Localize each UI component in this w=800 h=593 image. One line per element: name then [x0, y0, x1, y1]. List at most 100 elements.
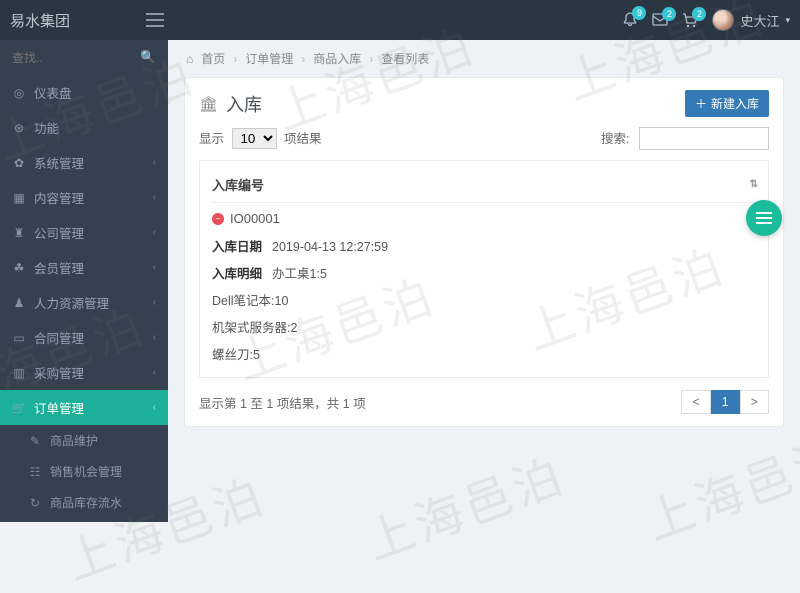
sub-icon: ↻	[28, 496, 42, 510]
footer-info: 显示第 1 至 1 项结果，共 1 项	[199, 393, 366, 412]
column-header[interactable]: 入库编号 ⇅	[212, 171, 756, 203]
nav-item[interactable]: ♜ 公司管理 ‹	[0, 215, 168, 250]
bell-badge: 9	[632, 6, 646, 20]
fab-menu[interactable]	[746, 200, 782, 236]
nav-icon: ▭	[12, 331, 26, 345]
pager-prev[interactable]: <	[681, 390, 710, 414]
chevron-left-icon: ‹	[153, 262, 156, 273]
nav-item[interactable]: ☘ 会员管理 ‹	[0, 250, 168, 285]
menu-icon	[756, 212, 772, 224]
cart-badge: 2	[692, 7, 706, 21]
cart-button[interactable]: 2	[682, 13, 698, 28]
building-icon: 🏛	[199, 95, 218, 113]
sidebar: 🔍 ◎仪表盘⊛功能✿系统管理‹▦内容管理‹♜公司管理‹☘会员管理‹♟人力资源管理…	[0, 40, 168, 522]
page-card: 🏛 入库 ＋ 新建入库 显示 10 项结果 搜索:	[184, 77, 784, 427]
nav-orders[interactable]: 🛒 订单管理 ‹	[0, 390, 168, 425]
nav-label: 合同管理	[34, 328, 84, 347]
nav-item[interactable]: ▭ 合同管理 ‹	[0, 320, 168, 355]
nav-icon: ♟	[12, 296, 26, 310]
nav-sub-item[interactable]: ✎ 商品维护	[0, 425, 168, 456]
detail-line: Dell笔记本:10	[212, 286, 756, 313]
breadcrumb: ⌂ 首页› 订单管理› 商品入库› 查看列表	[184, 40, 784, 77]
sidebar-toggle[interactable]	[140, 13, 170, 27]
sub-label: 商品库存流水	[50, 494, 122, 511]
search-label: 搜索:	[601, 132, 629, 146]
pager: < 1 >	[681, 390, 769, 414]
show-label-pre: 显示	[199, 132, 224, 146]
chevron-left-icon: ‹	[153, 297, 156, 308]
nav-label: 采购管理	[34, 363, 84, 382]
nav-item[interactable]: ✿ 系统管理 ‹	[0, 145, 168, 180]
chevron-left-icon: ‹	[153, 367, 156, 378]
nav-item[interactable]: ▦ 内容管理 ‹	[0, 180, 168, 215]
nav-item[interactable]: ◎ 仪表盘	[0, 75, 168, 110]
brand-text: 易水集团	[10, 10, 70, 31]
avatar	[712, 9, 734, 31]
main: ⌂ 首页› 订单管理› 商品入库› 查看列表 🏛 入库 ＋ 新建入库 显示	[168, 40, 800, 522]
nav-item[interactable]: ▥ 采购管理 ‹	[0, 355, 168, 390]
table-search-input[interactable]	[639, 127, 769, 150]
nav-label: 公司管理	[34, 223, 84, 242]
page-size-select[interactable]: 10	[232, 128, 277, 149]
nav-sub-item[interactable]: ➜商品入库	[0, 518, 168, 522]
crumb[interactable]: 订单管理	[245, 50, 293, 67]
mail-badge: 2	[662, 7, 676, 21]
plus-icon: ＋	[695, 95, 707, 112]
chevron-left-icon: ‹	[153, 332, 156, 343]
toolbar: 显示 10 项结果 搜索:	[199, 127, 769, 150]
table-footer: 显示第 1 至 1 项结果，共 1 项 < 1 >	[199, 390, 769, 414]
user-name: 史大江	[740, 11, 779, 30]
sub-icon: ☷	[28, 465, 42, 479]
data-card: 入库编号 ⇅ – IO00001 入库日期2019-04-13 12:27:59…	[199, 160, 769, 378]
nav-icon: ◎	[12, 86, 26, 100]
nav-item[interactable]: ♟人力资源管理‹	[0, 285, 168, 320]
brand: 易水集团	[10, 10, 140, 31]
user-menu[interactable]: 史大江 ▾	[712, 9, 790, 31]
cart-icon: 🛒	[12, 401, 26, 415]
pager-next[interactable]: >	[740, 390, 769, 414]
chevron-left-icon: ‹	[153, 227, 156, 238]
nav-sub-item[interactable]: ↻ 商品库存流水	[0, 487, 168, 518]
messages-button[interactable]: 2	[652, 13, 668, 27]
row-id[interactable]: – IO00001	[212, 203, 756, 232]
nav-sub-item[interactable]: ☷ 销售机会管理	[0, 456, 168, 487]
search-input[interactable]	[12, 51, 134, 65]
field-detail: 入库明细办工桌1:5	[212, 259, 756, 286]
show-label-post: 项结果	[284, 132, 322, 146]
chevron-down-icon: ▾	[785, 15, 790, 26]
topbar: 易水集团 9 2 2 史大江 ▾	[0, 0, 800, 40]
collapse-icon[interactable]: –	[212, 213, 224, 225]
sub-label: 商品维护	[50, 432, 98, 449]
nav-item[interactable]: ⊛ 功能	[0, 110, 168, 145]
nav-label: 仪表盘	[34, 83, 72, 102]
crumb: 查看列表	[381, 50, 429, 67]
chevron-left-icon: ‹	[153, 157, 156, 168]
nav-label: 会员管理	[34, 258, 84, 277]
nav-icon: ✿	[12, 156, 26, 170]
nav-label: 内容管理	[34, 188, 84, 207]
nav-icon: ☘	[12, 261, 26, 275]
sub-icon: ✎	[28, 434, 42, 448]
nav-label: 功能	[34, 118, 59, 137]
crumb[interactable]: 商品入库	[313, 50, 361, 67]
sub-label: 销售机会管理	[50, 463, 122, 480]
field-date: 入库日期2019-04-13 12:27:59	[212, 232, 756, 259]
pager-page[interactable]: 1	[711, 390, 740, 414]
nav-icon: ▥	[12, 366, 26, 380]
crumb[interactable]: 首页	[201, 50, 225, 67]
page-title: 🏛 入库	[199, 91, 262, 117]
notifications-button[interactable]: 9	[622, 12, 638, 28]
nav-icon: ⊛	[12, 121, 26, 135]
sidebar-search[interactable]: 🔍	[0, 40, 168, 75]
new-inbound-button[interactable]: ＋ 新建入库	[685, 90, 769, 117]
sort-icon: ⇅	[750, 179, 756, 190]
nav-label: 订单管理	[34, 398, 84, 417]
search-icon: 🔍	[140, 50, 156, 65]
nav-icon: ♜	[12, 226, 26, 240]
chevron-left-icon: ‹	[153, 192, 156, 203]
hamburger-icon	[146, 13, 164, 27]
nav-label: 系统管理	[34, 153, 84, 172]
nav-icon: ▦	[12, 191, 26, 205]
chevron-left-icon: ‹	[153, 402, 156, 413]
detail-line: 螺丝刀:5	[212, 340, 756, 367]
